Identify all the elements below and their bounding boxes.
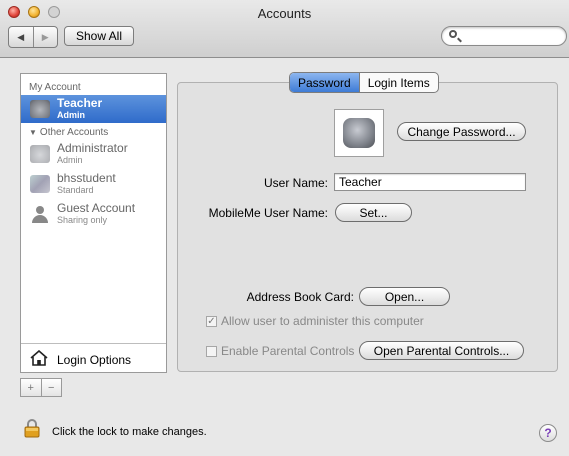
person-silhouette-icon (30, 205, 50, 223)
allow-admin-label: Allow user to administer this computer (221, 314, 424, 328)
tab-login-items[interactable]: Login Items (358, 73, 438, 92)
address-book-card-label: Address Book Card: (246, 290, 354, 304)
lock-message: Click the lock to make changes. (52, 426, 207, 438)
open-parental-controls-button[interactable]: Open Parental Controls... (359, 341, 524, 360)
account-role: Admin (57, 155, 83, 165)
open-address-card-button[interactable]: Open... (359, 287, 450, 306)
window-title: Accounts (257, 6, 312, 21)
bulldog-avatar-icon (30, 100, 50, 118)
bulldog-avatar-icon (30, 145, 50, 163)
parental-controls-label: Enable Parental Controls (221, 344, 355, 358)
back-button[interactable]: ◀ (9, 27, 33, 47)
forward-button[interactable]: ▶ (32, 27, 58, 47)
house-icon (30, 350, 48, 366)
account-item-teacher[interactable]: Teacher Admin (21, 95, 166, 123)
account-name: bhsstudent (57, 171, 116, 185)
empty-checkbox-icon (206, 345, 217, 357)
set-mobileme-button[interactable]: Set... (335, 203, 412, 222)
remove-account-button[interactable]: − (40, 379, 62, 396)
account-role: Admin (57, 110, 85, 120)
account-name: Administrator (57, 141, 128, 155)
user-name-label: User Name: (263, 176, 328, 190)
tab-password[interactable]: Password (290, 73, 359, 92)
search-icon (449, 30, 457, 38)
account-item-administrator[interactable]: Administrator Admin (21, 140, 166, 168)
disclosure-triangle-icon: ▼ (29, 128, 37, 137)
account-name: Teacher (57, 96, 103, 110)
bulldog-picture-icon (343, 118, 375, 148)
change-password-button[interactable]: Change Password... (397, 122, 526, 141)
account-item-bhsstudent[interactable]: bhsstudent Standard (21, 170, 166, 198)
account-role: Standard (57, 185, 94, 195)
lock-icon[interactable] (24, 418, 40, 438)
account-name: Guest Account (57, 201, 136, 215)
parental-controls-checkbox[interactable]: Enable Parental Controls (206, 344, 354, 358)
login-options-label: Login Options (57, 353, 132, 367)
user-name-field[interactable]: Teacher (334, 173, 526, 191)
account-item-guest[interactable]: Guest Account Sharing only (21, 200, 166, 228)
mobileme-label: MobileMe User Name: (208, 206, 328, 220)
help-button[interactable]: ? (539, 424, 557, 442)
add-account-button[interactable]: + (21, 379, 41, 396)
my-account-header: My Account (29, 82, 81, 93)
allow-admin-checkbox[interactable]: ✓ Allow user to administer this computer (206, 314, 424, 328)
add-remove-control: + − (20, 378, 62, 397)
other-accounts-header[interactable]: ▼ Other Accounts (29, 127, 108, 138)
account-role: Sharing only (57, 215, 108, 225)
chessboard-avatar-icon (30, 175, 50, 193)
user-picture-well[interactable] (334, 109, 384, 157)
accounts-list: My Account Teacher Admin ▼ Other Accounts… (20, 73, 167, 373)
login-options-item[interactable]: Login Options (21, 343, 166, 373)
checkmark-icon: ✓ (206, 315, 217, 327)
back-forward-control: ◀ ▶ (8, 26, 58, 48)
show-all-button[interactable]: Show All (64, 26, 134, 46)
search-field[interactable] (441, 26, 567, 46)
settings-tabs: Password Login Items (289, 72, 439, 93)
window-toolbar: Accounts ◀ ▶ Show All (0, 0, 569, 58)
